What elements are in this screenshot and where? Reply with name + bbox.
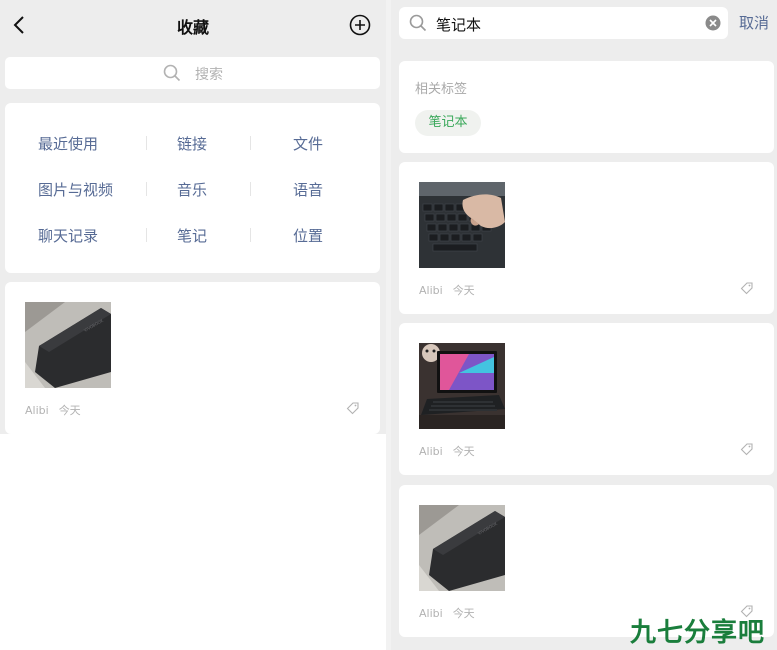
category-location[interactable]: 位置 [293, 225, 323, 246]
cancel-button[interactable]: 取消 [739, 12, 769, 33]
item-date: 今天 [452, 284, 475, 297]
search-results-panel: 笔记本 取消 相关标签 笔记本 Alibi 今天 Alibi 今天 VIVOBO… [391, 0, 777, 650]
divider [146, 136, 147, 150]
laptop-image: VIVOBOOK [25, 302, 111, 388]
category-voice[interactable]: 语音 [293, 179, 323, 200]
item-date: 今天 [452, 607, 475, 620]
tag-icon[interactable] [740, 442, 754, 456]
item-author: Alibi [419, 445, 443, 458]
add-icon[interactable] [349, 14, 371, 36]
search-input[interactable]: 笔记本 [399, 7, 728, 39]
watermark: 九七分享吧 [630, 618, 766, 648]
clear-icon[interactable] [705, 15, 721, 31]
category-files[interactable]: 文件 [293, 133, 323, 154]
search-query: 笔记本 [436, 16, 482, 34]
item-author: Alibi [419, 284, 443, 297]
category-notes[interactable]: 笔记 [177, 225, 207, 246]
category-music[interactable]: 音乐 [177, 179, 207, 200]
category-chat-history[interactable]: 聊天记录 [38, 225, 98, 246]
page-title: 收藏 [176, 18, 209, 37]
keyboard-image [419, 182, 505, 268]
search-icon [409, 14, 427, 32]
search-icon [163, 64, 181, 82]
category-images-videos[interactable]: 图片与视频 [38, 179, 113, 200]
result-item[interactable]: Alibi 今天 [399, 162, 774, 314]
item-meta: Alibi 今天 [419, 443, 475, 459]
tag-chip[interactable]: 笔记本 [415, 110, 481, 136]
result-item[interactable]: Alibi 今天 [399, 323, 774, 475]
item-date: 今天 [452, 445, 475, 458]
favorite-item[interactable]: VIVOBOOK Alibi 今天 [5, 282, 380, 434]
item-author: Alibi [419, 607, 443, 620]
divider [146, 182, 147, 196]
tag-icon[interactable] [346, 401, 360, 415]
item-author: Alibi [25, 404, 49, 417]
related-tags: 相关标签 笔记本 [399, 61, 774, 153]
divider [250, 136, 251, 150]
laptop-image: VIVOBOOK [419, 505, 505, 591]
item-meta: Alibi 今天 [419, 282, 475, 298]
tag-icon[interactable] [740, 281, 754, 295]
item-date: 今天 [58, 404, 81, 417]
header: 收藏 [0, 0, 386, 50]
laptop-screen-image [419, 343, 505, 429]
related-tags-title: 相关标签 [415, 82, 468, 97]
item-meta: Alibi 今天 [25, 402, 81, 418]
category-links[interactable]: 链接 [177, 133, 207, 154]
divider [250, 182, 251, 196]
search-placeholder: 搜索 [195, 67, 223, 83]
search-input[interactable]: 搜索 [5, 57, 380, 89]
category-recent[interactable]: 最近使用 [38, 133, 98, 154]
item-meta: Alibi 今天 [419, 605, 475, 621]
divider [250, 228, 251, 242]
favorites-panel: 收藏 搜索 最近使用 链接 文件 图片与视频 音乐 语音 聊天记录 笔记 位置 [0, 0, 386, 650]
category-grid: 最近使用 链接 文件 图片与视频 音乐 语音 聊天记录 笔记 位置 [5, 103, 380, 273]
divider [146, 228, 147, 242]
